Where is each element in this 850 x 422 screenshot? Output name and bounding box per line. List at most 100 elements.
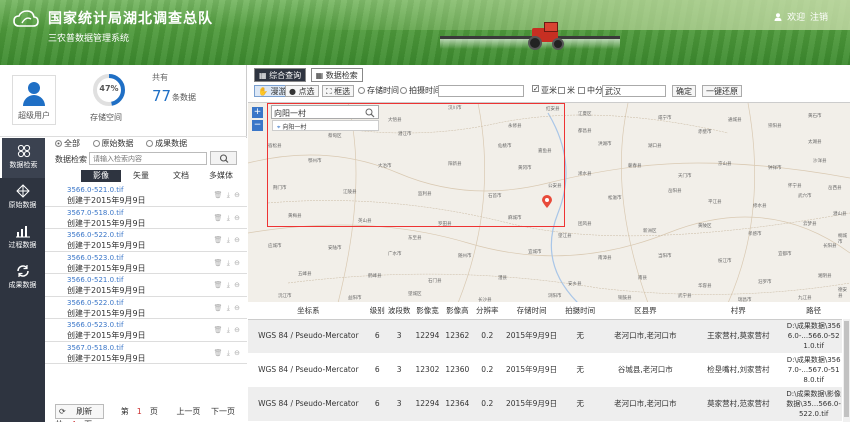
map-search-box[interactable]: 向阳一村	[271, 105, 379, 119]
column-header[interactable]: 波段数	[385, 302, 413, 320]
zoom-in-button[interactable]: +	[252, 107, 263, 118]
minus-icon[interactable]: ⊖	[234, 281, 241, 289]
radio-result[interactable]: 成果数据	[146, 139, 187, 148]
file-name[interactable]: 3566.0-522.0.tif	[67, 299, 123, 307]
column-header[interactable]: 路径	[785, 302, 842, 320]
table-cell: 12302	[412, 353, 443, 387]
welcome-link[interactable]: 欢迎	[787, 13, 805, 23]
file-name[interactable]: 3566.0-522.0.tif	[67, 231, 123, 239]
restore-button[interactable]: 一键还原	[702, 85, 742, 97]
column-header[interactable]: 区县界	[599, 302, 692, 320]
column-header[interactable]: 存储时间	[502, 302, 561, 320]
list-item[interactable]: 3566.0-522.0.tif 创建于2015年9月9日 🗑 ⤓ ⊖	[45, 297, 247, 319]
avatar[interactable]: 超级用户	[12, 75, 56, 125]
list-item[interactable]: 3566.0-521.0.tif 创建于2015年9月9日 🗑 ⤓ ⊖	[45, 274, 247, 297]
column-header[interactable]: 拍摄时间	[560, 302, 600, 320]
tab-vector[interactable]: 矢量	[121, 170, 161, 182]
list-item[interactable]: 3567.0-518.0.tif 创建于2015年9月9日 🗑 ⤓ ⊖	[45, 342, 247, 364]
list-item[interactable]: 3566.0-523.0.tif 创建于2015年9月9日 🗑 ⤓ ⊖	[45, 252, 247, 274]
point-icon: ●	[289, 87, 296, 96]
search-button[interactable]	[210, 151, 237, 165]
file-name[interactable]: 3566.0-521.0.tif	[67, 186, 123, 194]
map-marker-icon[interactable]	[542, 195, 552, 209]
minus-icon[interactable]: ⊖	[234, 191, 241, 199]
file-name[interactable]: 3567.0-518.0.tif	[67, 344, 123, 352]
shoot-time-radio[interactable]: 拍摄时间	[400, 85, 441, 97]
prev-page-link[interactable]: 上一页	[176, 407, 200, 416]
download-icon[interactable]: ⤓	[227, 281, 231, 289]
file-name[interactable]: 3566.0-523.0.tif	[67, 321, 123, 329]
column-header[interactable]: 分辨率	[472, 302, 503, 320]
nav-raw-data[interactable]: 原始数据	[0, 178, 45, 218]
store-time-radio[interactable]: 存储时间	[358, 85, 399, 97]
list-item[interactable]: 3566.0-522.0.tif 创建于2015年9月9日 🗑 ⤓ ⊖	[45, 229, 247, 252]
map-place-label: 太湖县	[808, 140, 822, 145]
nav-process-data[interactable]: 过程数据	[0, 218, 45, 258]
download-icon[interactable]: ⤓	[227, 236, 231, 244]
file-name[interactable]: 3566.0-521.0.tif	[67, 276, 123, 284]
file-name[interactable]: 3567.0-518.0.tif	[67, 209, 123, 217]
column-header[interactable]: 村界	[691, 302, 786, 320]
tab-multimedia[interactable]: 多媒体	[201, 170, 241, 182]
minus-icon[interactable]: ⊖	[234, 304, 241, 312]
delete-icon[interactable]: 🗑	[214, 326, 224, 334]
delete-icon[interactable]: 🗑	[214, 191, 224, 199]
table-row[interactable]: WGS 84 / Pseudo-Mercator 6 3 12294 12364 0.2 2…	[248, 387, 842, 421]
point-select-button[interactable]: ● 点选	[285, 85, 319, 97]
minus-icon[interactable]: ⊖	[234, 214, 241, 222]
radio-raw[interactable]: 原始数据	[92, 139, 134, 148]
map-view[interactable]: 汉川市 大悟县 红安县 江夏区 蔡甸区 潜江市 仙桃市 嘉鱼县 洪湖市 咸宁市 赤壁市 通城县 崇阳县黄…	[248, 102, 850, 302]
tab-data-search[interactable]: ▦ 数据检索	[310, 68, 363, 82]
column-header[interactable]: 影像高	[442, 302, 473, 320]
nav-data-search[interactable]: 数据检索	[0, 138, 45, 178]
delete-icon[interactable]: 🗑	[214, 349, 224, 357]
search-input[interactable]	[89, 152, 207, 165]
storage-percent: 47%	[99, 84, 119, 93]
file-name[interactable]: 3566.0-523.0.tif	[67, 254, 123, 262]
list-item[interactable]: 3566.0-521.0.tif 创建于2015年9月9日 🗑 ⤓ ⊖	[45, 184, 247, 207]
download-icon[interactable]: ⤓	[227, 191, 231, 199]
total-unit: 条数据	[172, 93, 196, 102]
delete-icon[interactable]: 🗑	[214, 214, 224, 222]
column-header[interactable]: 级别	[368, 302, 386, 320]
radio-all[interactable]: 全部	[55, 139, 80, 148]
zoom-out-button[interactable]: −	[252, 120, 263, 131]
table-row[interactable]: WGS 84 / Pseudo-Mercator 6 3 12302 12360 0.2 2…	[248, 353, 842, 387]
res-meter-checkbox[interactable]: 米	[558, 85, 575, 97]
list-item[interactable]: 3567.0-518.0.tif 创建于2015年9月9日 🗑 ⤓ ⊖	[45, 207, 247, 229]
minus-icon[interactable]: ⊖	[234, 236, 241, 244]
delete-icon[interactable]: 🗑	[214, 236, 224, 244]
table-row[interactable]: WGS 84 / Pseudo-Mercator 6 3 12294 12362 0.2 2…	[248, 319, 842, 353]
tab-image[interactable]: 影像	[81, 170, 121, 182]
minus-icon[interactable]: ⊖	[234, 326, 241, 334]
column-header[interactable]: 影像宽	[412, 302, 443, 320]
delete-icon[interactable]: 🗑	[214, 259, 224, 267]
download-icon[interactable]: ⤓	[227, 214, 231, 222]
column-header[interactable]: 坐标系	[248, 302, 369, 320]
download-icon[interactable]: ⤓	[227, 304, 231, 312]
time-input[interactable]	[438, 85, 524, 97]
confirm-button[interactable]: 确定	[672, 85, 696, 97]
minus-icon[interactable]: ⊖	[234, 259, 241, 267]
res-medium-checkbox[interactable]: 中分	[578, 85, 603, 97]
list-item[interactable]: 3566.0-523.0.tif 创建于2015年9月9日 🗑 ⤓ ⊖	[45, 319, 247, 342]
download-icon[interactable]: ⤓	[227, 259, 231, 267]
region-input[interactable]: 武汉	[602, 85, 666, 97]
box-select-button[interactable]: ⛶ 框选	[322, 85, 355, 97]
table-scrollbar[interactable]	[843, 319, 850, 422]
left-panel: 超级用户 47% 存储空间 共有 77 条数据 数据检索 原始数据 过程数据 成…	[0, 65, 247, 422]
res-submeter-checkbox[interactable]: 亚米	[532, 85, 557, 97]
refresh-button[interactable]: ⟳ 刷新	[55, 404, 105, 419]
logout-link[interactable]: 注销	[810, 13, 828, 23]
nav-result-data[interactable]: 成果数据	[0, 258, 45, 298]
tab-combined-query[interactable]: ▦ 综合查询	[254, 68, 307, 82]
next-page-link[interactable]: 下一页	[211, 407, 235, 416]
download-icon[interactable]: ⤓	[227, 349, 231, 357]
delete-icon[interactable]: 🗑	[214, 304, 224, 312]
minus-icon[interactable]: ⊖	[234, 349, 241, 357]
scrollbar-thumb[interactable]	[844, 321, 849, 417]
tab-document[interactable]: 文档	[161, 170, 201, 182]
download-icon[interactable]: ⤓	[227, 326, 231, 334]
map-search-result[interactable]: ⌖ 向阳一村	[272, 120, 379, 131]
delete-icon[interactable]: 🗑	[214, 281, 224, 289]
